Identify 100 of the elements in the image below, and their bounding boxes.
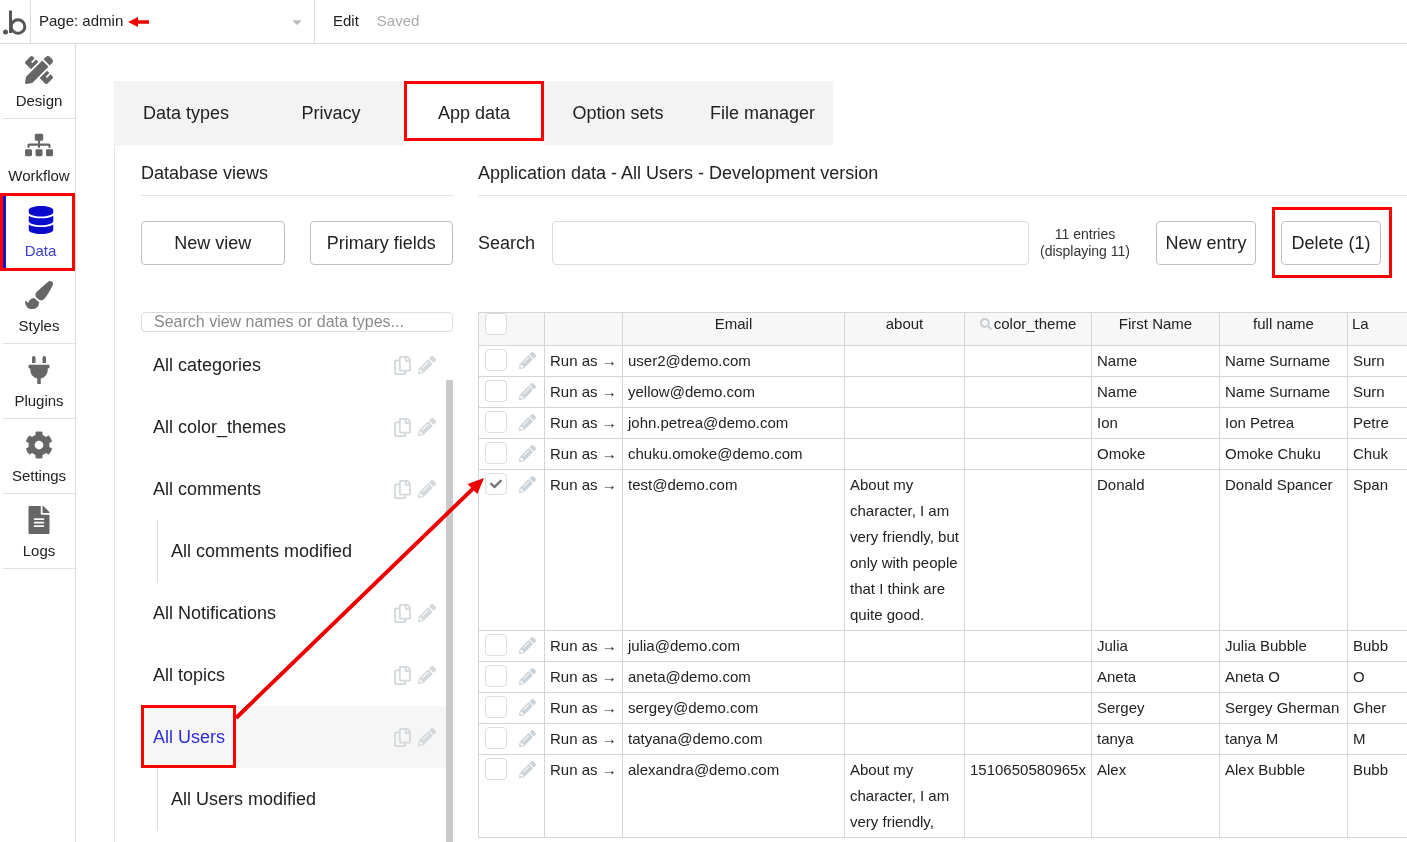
panel-button[interactable]: New view (141, 221, 285, 265)
pencil-icon[interactable] (418, 480, 436, 498)
sidebar-item[interactable]: Data (3, 194, 75, 269)
table-cell: julia@demo.com (622, 630, 845, 662)
copy-icon[interactable] (393, 727, 412, 747)
pencil-icon[interactable] (418, 666, 436, 684)
copy-icon[interactable] (393, 603, 412, 623)
sidebar-item[interactable]: Logs (3, 494, 75, 569)
pencil-icon[interactable] (519, 382, 536, 400)
pencil-icon[interactable] (519, 444, 536, 462)
table-cell: Name Surname (1219, 345, 1348, 377)
panel-title: Application data - All Users - Development version (478, 162, 880, 184)
view-item[interactable]: All Users (141, 706, 446, 768)
view-item[interactable]: All Notifications (141, 582, 446, 644)
sidebar-item[interactable]: Settings (3, 419, 75, 494)
page-selector[interactable]: Page: admin (31, 0, 315, 43)
entry-count: 11 entries (1054, 226, 1116, 243)
table-cell: Name (1091, 345, 1220, 377)
table-cell: Donald (1091, 469, 1220, 631)
copy-icon[interactable] (393, 479, 412, 499)
checkbox[interactable] (485, 313, 507, 335)
pencil-icon[interactable] (418, 604, 436, 622)
checkbox[interactable] (485, 349, 507, 371)
pencil-icon[interactable] (519, 760, 536, 778)
scrollbar-thumb[interactable] (446, 380, 453, 842)
tab[interactable]: App data (404, 81, 544, 145)
run-as-link[interactable]: Run as → (550, 761, 617, 778)
table-cell: Donald Spancer (1219, 469, 1348, 631)
toolbar-button[interactable]: Delete (1) (1281, 221, 1381, 265)
search-label: Search (478, 231, 537, 255)
view-item[interactable]: All topics (141, 644, 446, 706)
table-cell: Alex (1091, 754, 1220, 838)
pencil-icon[interactable] (519, 667, 536, 685)
pencil-icon[interactable] (519, 413, 536, 431)
table-cell: About my character, I am very friendly, but only with people that I think are quite good. (844, 469, 965, 631)
toolbar-button[interactable]: New entry (1156, 221, 1256, 265)
view-item[interactable]: All comments modified (158, 520, 446, 582)
table-cell: yellow@demo.com (622, 376, 845, 408)
table-cell: Sergey Gherman (1219, 692, 1348, 724)
pencil-icon[interactable] (519, 698, 536, 716)
pencil-icon[interactable] (519, 351, 536, 369)
pencil-icon[interactable] (519, 729, 536, 747)
sidebar-item[interactable]: Styles (3, 269, 75, 344)
pencil-ruler-icon (25, 56, 53, 84)
save-status: Saved (376, 11, 420, 32)
table-cell: test@demo.com (622, 469, 845, 631)
pencil-icon[interactable] (418, 728, 436, 746)
checkbox[interactable] (485, 411, 507, 433)
table-cell: Aneta O (1219, 661, 1348, 693)
table-cell: tanya M (1219, 723, 1348, 755)
checkbox[interactable] (485, 442, 507, 464)
panel-button[interactable]: Primary fields (309, 221, 453, 265)
table-cell: Sergey (1091, 692, 1220, 724)
table-cell: aneta@demo.com (622, 661, 845, 693)
edit-link[interactable]: Edit (333, 10, 359, 33)
table-cell: Aneta (1091, 661, 1220, 693)
search-icon[interactable] (979, 318, 992, 331)
checkbox[interactable] (485, 634, 507, 656)
search-field[interactable]: Search view names or data types... (141, 312, 453, 332)
checkbox[interactable] (485, 665, 507, 687)
view-item[interactable]: All comments (141, 458, 446, 520)
check-icon (490, 478, 502, 490)
table-cell: Ion (1091, 407, 1220, 439)
sidebar-item[interactable]: Design (3, 44, 75, 119)
pencil-icon[interactable] (519, 636, 536, 654)
table-cell: Omoke Chuku (1219, 438, 1348, 470)
checkbox[interactable] (485, 696, 507, 718)
checkbox[interactable] (485, 473, 507, 495)
column-header[interactable]: Email (714, 313, 753, 336)
pencil-icon[interactable] (418, 418, 436, 436)
checkbox[interactable] (485, 380, 507, 402)
panel-title: Database views (141, 162, 270, 184)
copy-icon[interactable] (393, 417, 412, 437)
sidebar-item[interactable]: Workflow (3, 119, 75, 194)
table-cell: Julia (1091, 630, 1220, 662)
view-item[interactable]: All color_themes (141, 396, 446, 458)
table-cell: user2@demo.com (622, 345, 845, 377)
database-icon (26, 206, 55, 234)
table-cell: tanya (1091, 723, 1220, 755)
pencil-icon[interactable] (418, 356, 436, 374)
paintbrush-icon (25, 281, 53, 309)
checkbox[interactable] (485, 727, 507, 749)
table-cell: Alex Bubble (1219, 754, 1348, 838)
entry-count-detail: (displaying 11) (1040, 243, 1130, 260)
logo-icon (3, 8, 27, 35)
copy-icon[interactable] (393, 665, 412, 685)
checkbox[interactable] (485, 758, 507, 780)
search-field[interactable] (552, 221, 1029, 265)
table-cell: 1510650580965x (964, 754, 1092, 838)
settings-icon (25, 431, 53, 459)
view-item[interactable]: All Users modified (158, 768, 446, 830)
view-item[interactable]: All categories (141, 334, 446, 396)
pencil-icon[interactable] (519, 475, 536, 493)
copy-icon[interactable] (393, 355, 412, 375)
column-header[interactable]: La (1352, 313, 1369, 336)
table-cell: Julia Bubble (1219, 630, 1348, 662)
sitemap-icon (25, 131, 53, 159)
table-cell: chuku.omoke@demo.com (622, 438, 845, 470)
sidebar-item[interactable]: Plugins (3, 344, 75, 419)
run-as-link[interactable]: Run as → (550, 476, 617, 493)
